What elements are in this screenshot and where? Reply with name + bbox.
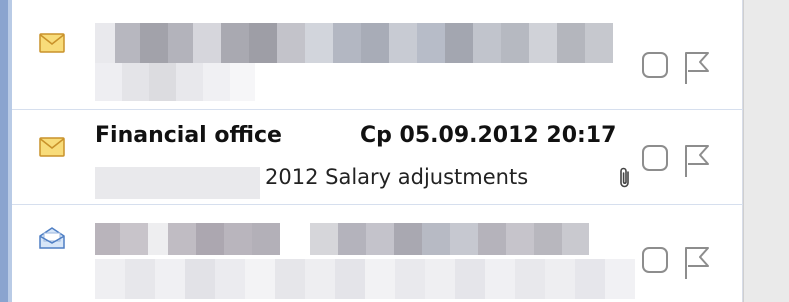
flag-icon[interactable]	[680, 48, 714, 88]
mail-list-window: Financial office Cp 05.09.2012 20:17 201…	[0, 0, 789, 302]
redacted-sender-line	[95, 223, 635, 255]
complete-checkbox[interactable]	[642, 52, 668, 78]
reading-pane-edge	[743, 0, 789, 302]
redacted-subject-line	[95, 63, 255, 101]
flag-icon[interactable]	[680, 243, 714, 283]
redacted-preview	[95, 167, 260, 199]
flag-icon[interactable]	[680, 141, 714, 181]
closed-envelope-icon	[39, 137, 65, 157]
complete-checkbox[interactable]	[642, 145, 668, 171]
complete-checkbox[interactable]	[642, 247, 668, 273]
message-row[interactable]	[12, 0, 743, 110]
redacted-sender-line	[95, 23, 635, 63]
paperclip-icon	[620, 167, 629, 188]
list-left-border	[0, 0, 12, 302]
open-envelope-icon	[39, 227, 65, 249]
message-row[interactable]: Financial office Cp 05.09.2012 20:17 201…	[12, 110, 743, 205]
message-subject: 2012 Salary adjustments	[265, 165, 529, 189]
redacted-subject-line	[95, 259, 635, 299]
sender-name: Financial office	[95, 123, 282, 148]
message-row[interactable]	[12, 205, 743, 302]
message-list: Financial office Cp 05.09.2012 20:17 201…	[12, 0, 743, 302]
received-datetime: Cp 05.09.2012 20:17	[360, 123, 617, 148]
closed-envelope-icon	[39, 33, 65, 53]
